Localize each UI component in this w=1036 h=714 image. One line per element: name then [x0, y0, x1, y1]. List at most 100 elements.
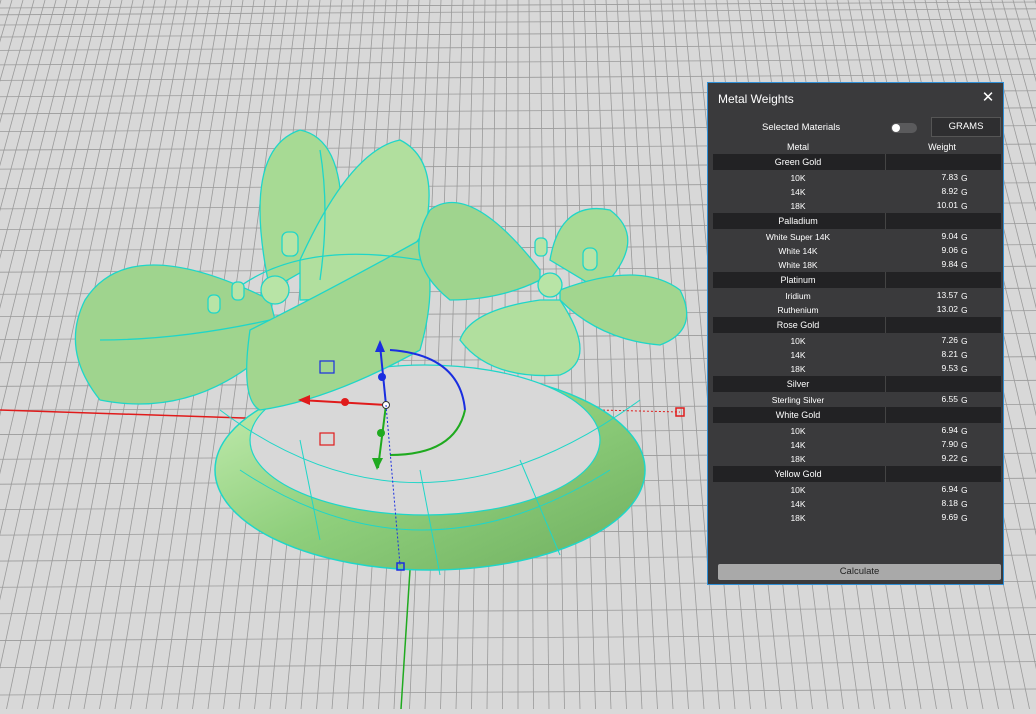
- weight-unit: G: [961, 291, 968, 301]
- table-row: 10K 7.26 G: [713, 334, 1001, 348]
- selected-materials-toggle[interactable]: [891, 123, 917, 133]
- metal-name: White 18K: [778, 260, 818, 270]
- weight-value: 13.02: [936, 304, 958, 314]
- metal-name: 14K: [790, 187, 806, 197]
- panel-title-bar[interactable]: Metal Weights ✕: [708, 83, 1003, 117]
- weight-value: 10.01: [936, 200, 958, 210]
- metal-name: 10K: [790, 485, 806, 495]
- weight-unit: G: [961, 350, 968, 360]
- table-row: Ruthenium 13.02 G: [713, 303, 1001, 317]
- table-row: 14K 8.18 G: [713, 497, 1001, 511]
- category-name: Silver: [786, 379, 810, 389]
- weight-unit: G: [961, 440, 968, 450]
- table-row: White 14K 9.06 G: [713, 244, 1001, 258]
- metal-name: 10K: [790, 426, 806, 436]
- weight-value: 6.94: [941, 484, 958, 494]
- metal-name: 14K: [790, 350, 806, 360]
- table-row: 14K 7.90 G: [713, 438, 1001, 452]
- weight-value: 9.04: [941, 231, 958, 241]
- metal-name: 10K: [790, 336, 806, 346]
- weight-unit: G: [961, 232, 968, 242]
- table-row: Iridium 13.57 G: [713, 289, 1001, 303]
- weight-unit: G: [961, 364, 968, 374]
- weight-value: 9.53: [941, 363, 958, 373]
- metal-name: 10K: [790, 173, 806, 183]
- table-row: 10K 6.94 G: [713, 483, 1001, 497]
- metal-name: 14K: [790, 440, 806, 450]
- metal-name: Iridium: [785, 291, 811, 301]
- weight-value: 9.22: [941, 453, 958, 463]
- category-row: Palladium: [713, 213, 1001, 229]
- panel-title: Metal Weights: [718, 92, 794, 106]
- weight-unit: G: [961, 426, 968, 436]
- table-row: 18K 10.01 G: [713, 199, 1001, 213]
- category-row: Rose Gold: [713, 317, 1001, 333]
- weight-unit: G: [961, 513, 968, 523]
- category-row: White Gold: [713, 407, 1001, 423]
- category-row: Platinum: [713, 272, 1001, 288]
- selected-materials-label: Selected Materials: [762, 122, 841, 133]
- table-row: 18K 9.53 G: [713, 362, 1001, 376]
- category-name: White Gold: [775, 410, 821, 420]
- table-row: White 18K 9.84 G: [713, 258, 1001, 272]
- column-divider: [885, 154, 886, 170]
- weight-unit: G: [961, 187, 968, 197]
- column-divider: [885, 213, 886, 229]
- metal-weights-panel: Metal Weights ✕ Selected Materials GRAMS…: [707, 82, 1004, 585]
- weight-value: 6.94: [941, 425, 958, 435]
- weight-value: 8.21: [941, 349, 958, 359]
- category-name: Yellow Gold: [774, 469, 822, 479]
- table-row: 10K 6.94 G: [713, 424, 1001, 438]
- calculate-button[interactable]: Calculate: [718, 564, 1001, 580]
- table-row: Sterling Silver 6.55 G: [713, 393, 1001, 407]
- metal-name: White Super 14K: [765, 232, 831, 242]
- table-row: 18K 9.22 G: [713, 452, 1001, 466]
- table-row: White Super 14K 9.04 G: [713, 230, 1001, 244]
- column-divider: [885, 376, 886, 392]
- weight-value: 7.26: [941, 335, 958, 345]
- column-divider: [885, 407, 886, 423]
- category-name: Rose Gold: [776, 320, 820, 330]
- weight-unit: G: [961, 485, 968, 495]
- weight-value: 9.69: [941, 512, 958, 522]
- metal-name: Ruthenium: [777, 305, 819, 315]
- metal-name: Sterling Silver: [771, 395, 825, 405]
- weight-unit: G: [961, 246, 968, 256]
- category-name: Green Gold: [774, 157, 822, 167]
- metal-weights-table: Green Gold 10K 7.83 G 14K 8.92 G 18K 10.01 G Palla…: [713, 154, 1001, 525]
- weight-unit: G: [961, 395, 968, 405]
- category-name: Platinum: [780, 275, 816, 285]
- weight-value: 7.83: [941, 172, 958, 182]
- table-row: 18K 9.69 G: [713, 511, 1001, 525]
- weight-value: 13.57: [936, 290, 958, 300]
- metal-name: 14K: [790, 499, 806, 509]
- table-row: 14K 8.21 G: [713, 348, 1001, 362]
- weight-unit: G: [961, 260, 968, 270]
- weight-value: 7.90: [941, 439, 958, 449]
- weight-unit: G: [961, 201, 968, 211]
- metal-name: 18K: [790, 201, 806, 211]
- column-header-weight: Weight: [928, 142, 956, 152]
- column-divider: [885, 317, 886, 333]
- weight-unit: G: [961, 336, 968, 346]
- table-row: 14K 8.92 G: [713, 185, 1001, 199]
- metal-name: 18K: [790, 364, 806, 374]
- table-header: Metal Weight: [713, 140, 1001, 154]
- units-button[interactable]: GRAMS: [931, 117, 1001, 137]
- selected-materials-row: Selected Materials GRAMS: [708, 117, 1003, 139]
- weight-unit: G: [961, 499, 968, 509]
- category-row: Green Gold: [713, 154, 1001, 170]
- weight-value: 6.55: [941, 394, 958, 404]
- weight-value: 9.06: [941, 245, 958, 255]
- weight-value: 8.92: [941, 186, 958, 196]
- metal-name: White 14K: [778, 246, 818, 256]
- weight-unit: G: [961, 454, 968, 464]
- weight-value: 8.18: [941, 498, 958, 508]
- close-icon[interactable]: ✕: [979, 89, 997, 107]
- category-row: Yellow Gold: [713, 466, 1001, 482]
- metal-name: 18K: [790, 454, 806, 464]
- toggle-knob: [892, 124, 900, 132]
- weight-unit: G: [961, 173, 968, 183]
- metal-name: 18K: [790, 513, 806, 523]
- table-row: 10K 7.83 G: [713, 171, 1001, 185]
